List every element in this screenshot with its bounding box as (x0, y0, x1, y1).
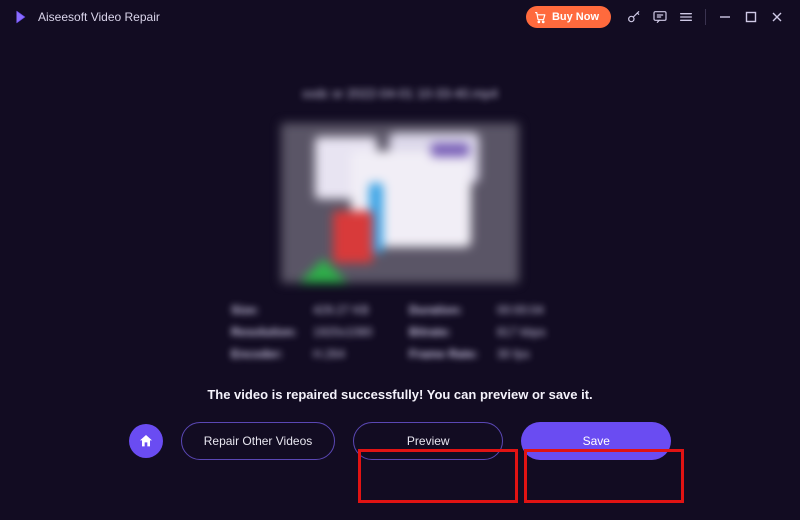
titlebar-separator (705, 9, 706, 25)
cart-icon (534, 11, 547, 24)
video-metadata: Size: 429.27 KB Duration: 00:00:04 Resol… (231, 303, 569, 361)
home-icon (138, 433, 154, 449)
meta-size-label: Size: (231, 303, 303, 317)
meta-framerate-label: Frame Rate: (409, 347, 487, 361)
meta-duration-value: 00:00:04 (497, 303, 569, 317)
meta-encoder-value: H.264 (313, 347, 399, 361)
result-panel: xxdc sr 2022-04-01 10-33-40.mp4 Size: 42… (0, 34, 800, 520)
home-button[interactable] (129, 424, 163, 458)
minimize-button[interactable] (712, 4, 738, 30)
buy-now-label: Buy Now (552, 11, 599, 23)
video-thumbnail (281, 123, 519, 283)
app-logo-icon (12, 8, 30, 26)
titlebar: Aiseesoft Video Repair Buy Now (0, 0, 800, 34)
meta-size-value: 429.27 KB (313, 303, 399, 317)
meta-encoder-label: Encoder: (231, 347, 303, 361)
menu-icon[interactable] (673, 4, 699, 30)
key-icon[interactable] (621, 4, 647, 30)
repair-other-videos-button[interactable]: Repair Other Videos (181, 422, 336, 460)
preview-button[interactable]: Preview (353, 422, 503, 460)
app-title: Aiseesoft Video Repair (38, 10, 160, 24)
meta-resolution-value: 1920x1080 (313, 325, 399, 339)
meta-framerate-value: 30 fps (497, 347, 569, 361)
maximize-button[interactable] (738, 4, 764, 30)
meta-bitrate-value: 817 kbps (497, 325, 569, 339)
status-text: The video is repaired successfully! You … (207, 387, 592, 402)
repaired-filename: xxdc sr 2022-04-01 10-33-40.mp4 (302, 86, 498, 101)
feedback-icon[interactable] (647, 4, 673, 30)
meta-bitrate-label: Bitrate: (409, 325, 487, 339)
meta-resolution-label: Resolution: (231, 325, 303, 339)
meta-duration-label: Duration: (409, 303, 487, 317)
save-button[interactable]: Save (521, 422, 671, 460)
action-bar: Repair Other Videos Preview Save (129, 422, 672, 460)
close-button[interactable] (764, 4, 790, 30)
buy-now-button[interactable]: Buy Now (526, 6, 611, 28)
